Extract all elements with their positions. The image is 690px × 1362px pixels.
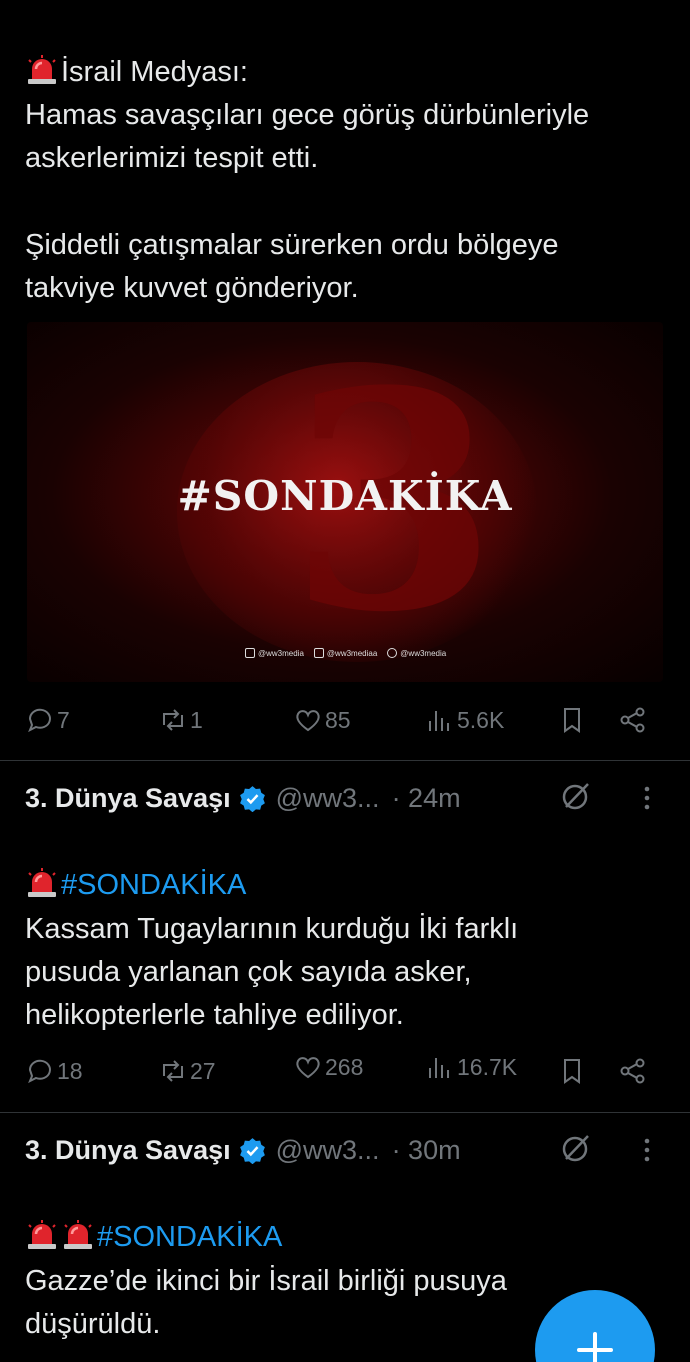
repost-icon: [163, 1060, 183, 1082]
compose-button[interactable]: [535, 1290, 655, 1362]
tweet1-paragraph-1: Hamas savaşçıları gece görüş dürbünleriy…: [25, 99, 590, 174]
views-icon: [429, 711, 449, 731]
tweet1-title: İsrail Medyası:: [25, 8, 248, 94]
views-button[interactable]: 5.6K: [425, 705, 504, 735]
like-count: 268: [325, 1053, 364, 1080]
author-name[interactable]: 3. Dünya Savaşı: [25, 783, 231, 814]
reply-button[interactable]: 18: [25, 1056, 83, 1086]
media-headline: #SONDAKİKA: [177, 472, 513, 520]
tweet3-text: Gazze’de ikinci bir İsrail birliği pusuy…: [25, 1265, 507, 1340]
repost-icon: [163, 709, 183, 731]
media-social-instagram: @ww3media: [245, 648, 304, 658]
views-count: 16.7K: [457, 1053, 518, 1080]
tweet-divider: [0, 1112, 690, 1113]
more-icon[interactable]: [637, 782, 657, 814]
tweet1-title-text: İsrail Medyası:: [61, 56, 248, 88]
author-name[interactable]: 3. Dünya Savaşı: [25, 1135, 231, 1166]
instagram-icon: [245, 648, 255, 658]
siren-icon: [25, 868, 59, 898]
views-button[interactable]: 16.7K: [425, 1052, 517, 1082]
tweet1-paragraph-2: Şiddetli çatışmalar sürerken ordu bölgey…: [25, 229, 559, 304]
hashtag-link[interactable]: #SONDAKİKA: [61, 869, 246, 901]
reply-icon: [28, 1059, 51, 1084]
like-icon: [296, 710, 320, 732]
share-button[interactable]: [618, 1056, 648, 1086]
media-social-telegram: @ww3media: [387, 648, 446, 658]
reply-button[interactable]: 7: [25, 705, 70, 735]
tweet3-hashtag-line: #SONDAKİKA: [25, 1173, 282, 1259]
tweet1-media-image[interactable]: 3 #SONDAKİKA @ww3media @ww3mediaa @ww3me…: [27, 322, 663, 682]
media-social-instagram-handle: @ww3media: [258, 649, 304, 658]
more-icon[interactable]: [637, 1134, 657, 1166]
author-handle[interactable]: @ww3...: [276, 783, 380, 814]
reply-icon: [28, 708, 51, 733]
tweet2-text: Kassam Tugaylarının kurduğu İki farklı p…: [25, 913, 519, 1031]
tweet-time[interactable]: · 30m: [392, 1135, 461, 1166]
tweet2-header: 3. Dünya Savaşı @ww3... · 24m: [25, 780, 665, 816]
reply-count: 7: [57, 706, 70, 733]
repost-count: 1: [190, 706, 203, 733]
grok-icon[interactable]: [560, 1132, 592, 1164]
bookmark-icon: [564, 1059, 580, 1084]
tweet2-hashtag-line: #SONDAKİKA: [25, 821, 246, 907]
bookmark-icon: [564, 708, 580, 733]
like-button[interactable]: 268: [293, 1052, 363, 1082]
like-count: 85: [325, 706, 351, 733]
reply-count: 18: [57, 1057, 83, 1084]
repost-button[interactable]: 1: [158, 705, 203, 735]
hashtag-link[interactable]: #SONDAKİKA: [97, 1221, 282, 1253]
views-icon: [429, 1058, 449, 1078]
media-social-x: @ww3mediaa: [313, 648, 378, 658]
media-social-handles: @ww3media @ww3mediaa @ww3media: [245, 648, 446, 658]
views-count: 5.6K: [457, 706, 505, 733]
siren-icon: [61, 1220, 95, 1250]
compose-plus-icon: [577, 1332, 613, 1362]
telegram-icon: [387, 648, 398, 658]
repost-count: 27: [190, 1057, 216, 1084]
author-handle[interactable]: @ww3...: [276, 1135, 380, 1166]
repost-button[interactable]: 27: [158, 1056, 216, 1086]
like-icon: [296, 1057, 320, 1079]
like-button[interactable]: 85: [293, 705, 351, 735]
share-icon: [620, 1058, 645, 1084]
grok-icon[interactable]: [560, 780, 592, 812]
bookmark-button[interactable]: [557, 705, 587, 735]
siren-icon: [25, 55, 59, 85]
verified-badge-icon: [239, 1137, 265, 1164]
x-logo-icon: [313, 648, 324, 658]
tweet-divider: [0, 760, 690, 761]
siren-icon: [25, 1220, 59, 1250]
bookmark-button[interactable]: [557, 1056, 587, 1086]
tweet3-header: 3. Dünya Savaşı @ww3... · 30m: [25, 1132, 665, 1168]
media-social-telegram-handle: @ww3media: [400, 649, 447, 658]
tweet1-action-bar: 7 1 85 5.6K: [25, 705, 655, 741]
share-icon: [620, 707, 645, 733]
tweet2-action-bar: 18 27 268 16.7K: [25, 1054, 655, 1092]
media-social-x-handle: @ww3mediaa: [326, 649, 378, 658]
tweet-time[interactable]: · 24m: [392, 783, 461, 814]
verified-badge-icon: [239, 785, 265, 812]
share-button[interactable]: [618, 705, 648, 735]
